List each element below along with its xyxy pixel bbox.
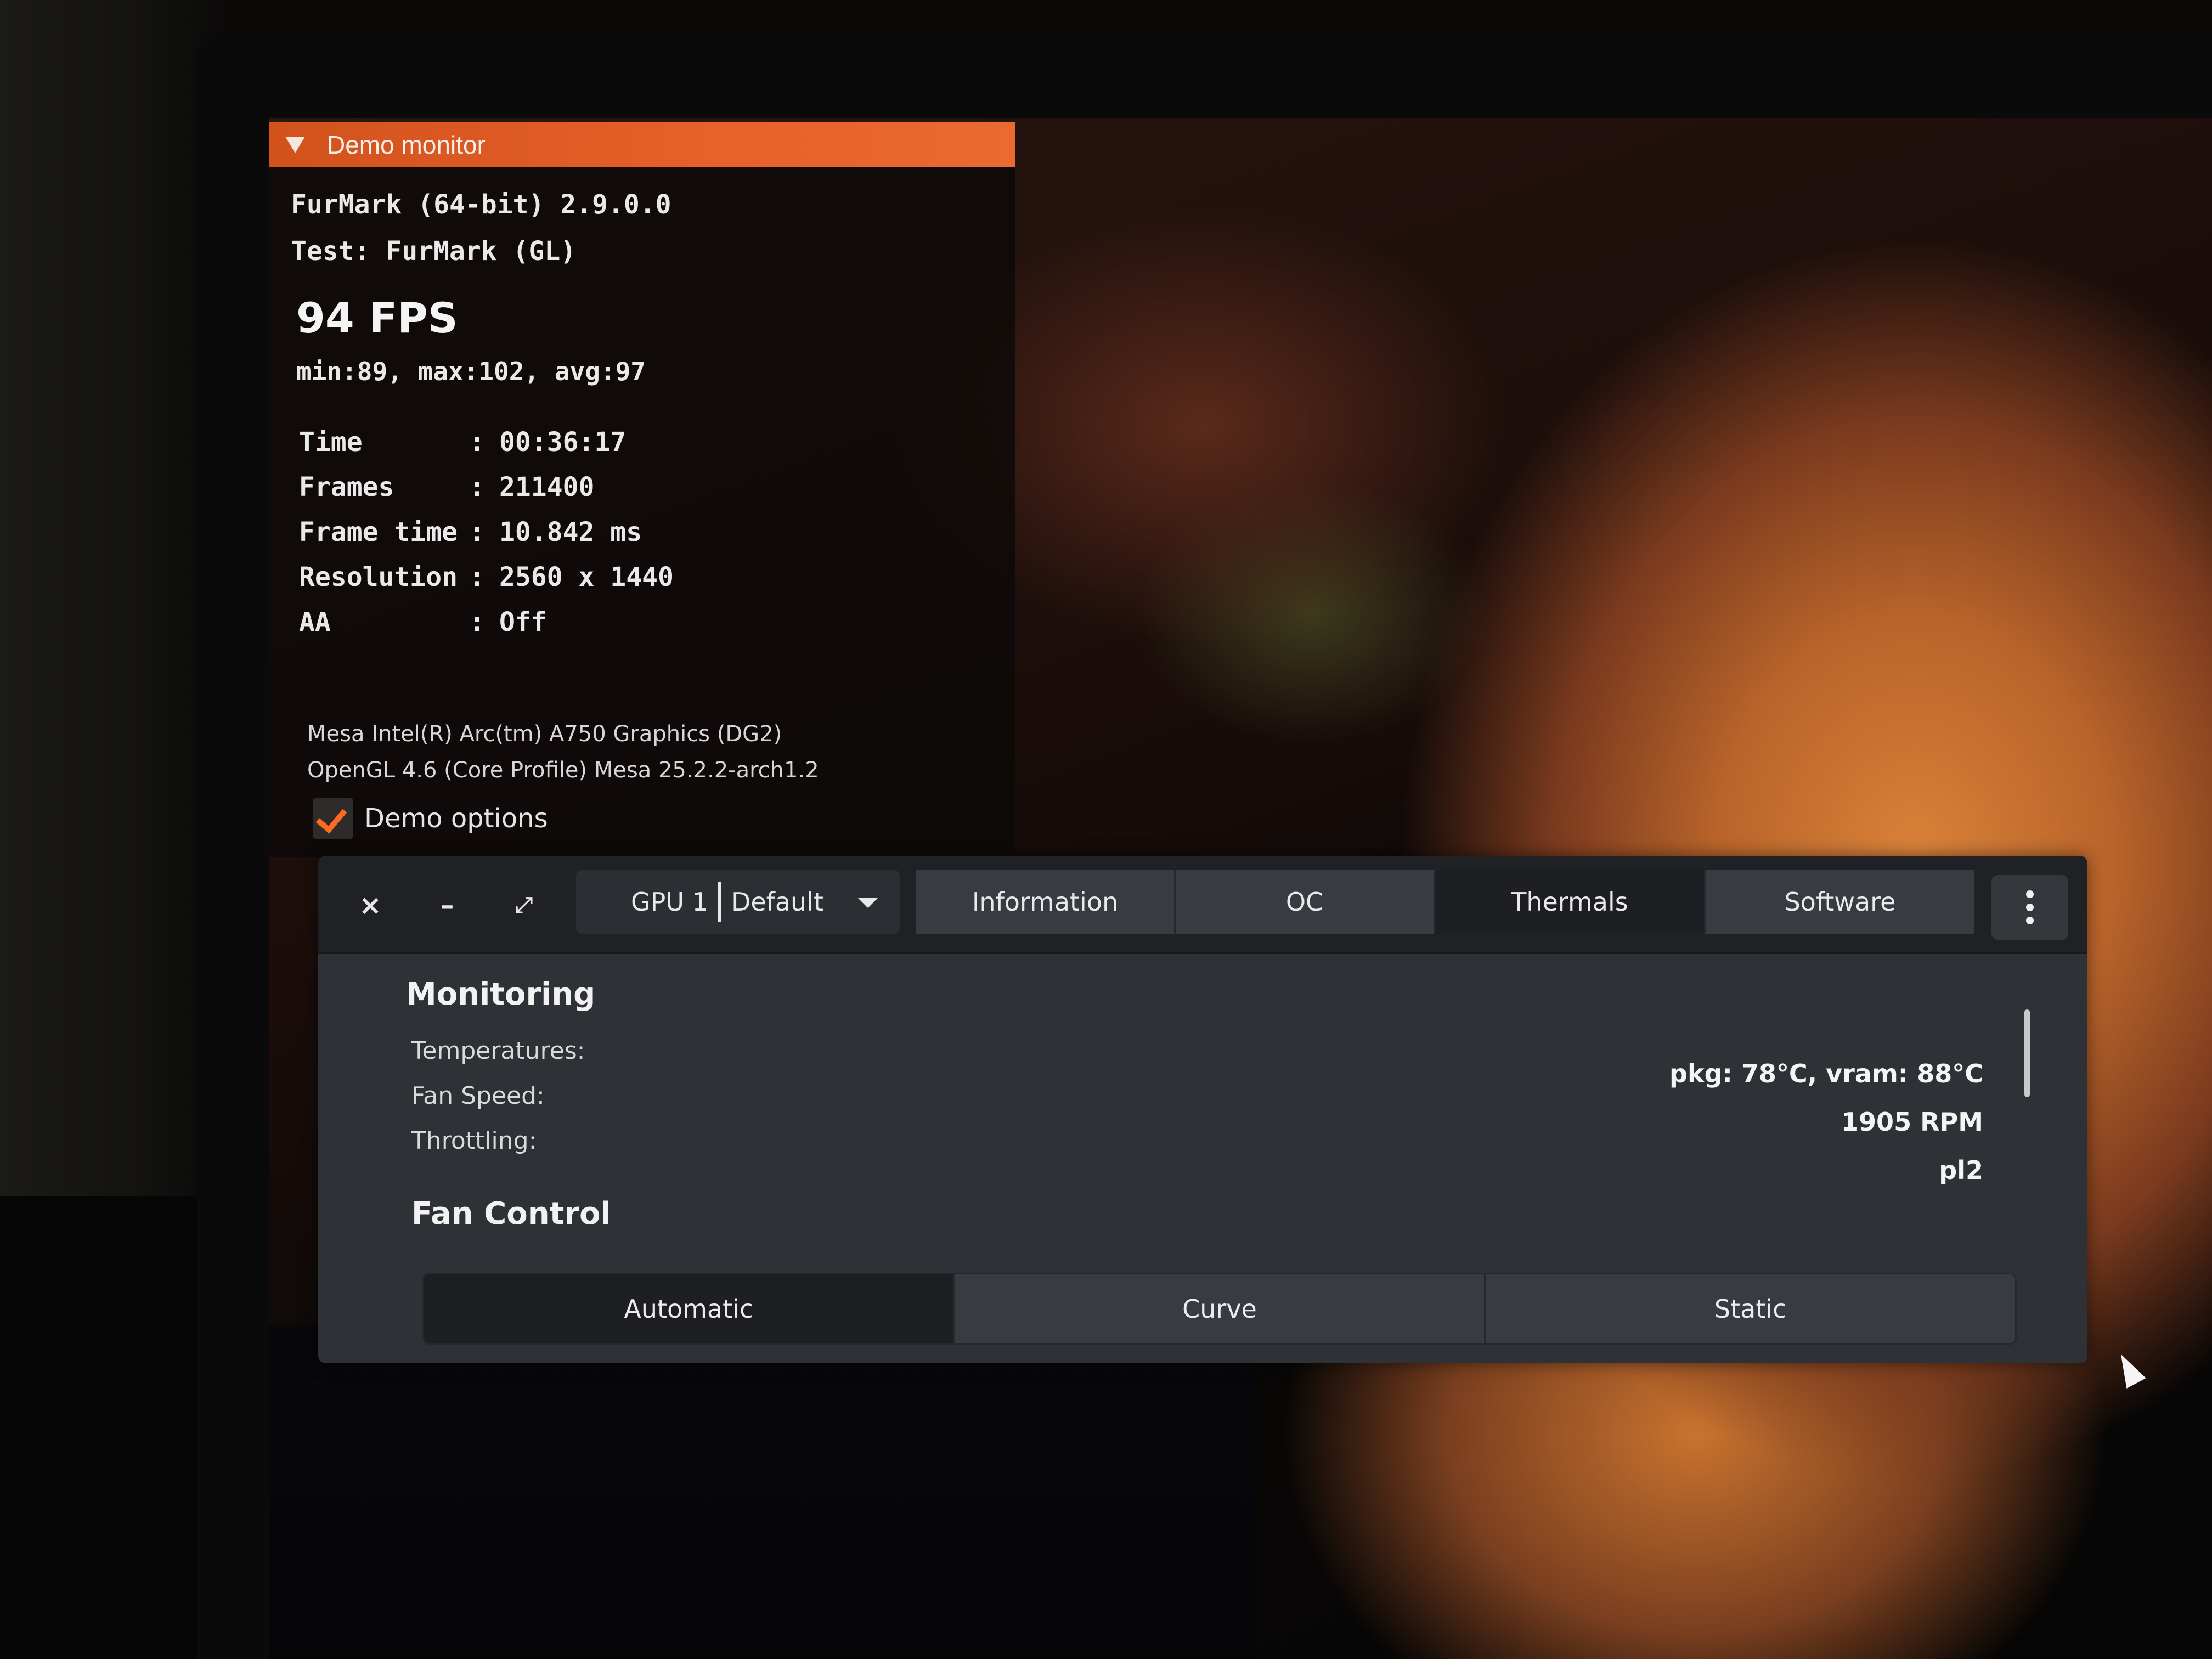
stats-colon: : [469,427,485,458]
stats-key: AA [299,607,331,637]
gpu-selector-dropdown[interactable]: GPU 1 Default [576,870,900,934]
gpu-separator [718,882,721,922]
checkmark-icon [315,801,347,834]
gpu-info: Mesa Intel(R) Arc(tm) A750 Graphics (DG2… [307,716,819,788]
demo-monitor-title: Demo monitor [327,131,486,159]
fps-value: 94 FPS [296,294,458,342]
throttling-value: pl2 [1939,1155,1983,1185]
test-line: Test: FurMark (GL) [291,236,577,267]
stats-colon: : [469,562,485,592]
maximize-button[interactable]: ⤢ [494,881,554,930]
fan-mode-static[interactable]: Static [1486,1274,2015,1343]
stats-value: 10.842 ms [499,517,642,548]
tab-information[interactable]: Information [916,870,1176,934]
window-titlebar[interactable]: × – ⤢ GPU 1 Default Information OC Therm… [318,856,2087,954]
collapse-arrow-icon[interactable] [285,137,305,153]
stats-value: 00:36:17 [499,427,627,458]
app-version-line: FurMark (64-bit) 2.9.0.0 [291,189,672,220]
stats-row: Time : 00:36:17 [299,420,674,465]
stats-key: Resolution [299,562,458,592]
fan-speed-label: Fan Speed: [411,1082,545,1110]
gpu-profile: Default [731,887,824,917]
stats-table: Time : 00:36:17 Frames : 211400 Frame ti… [299,420,674,645]
stats-colon: : [469,607,485,637]
stats-value: 211400 [499,472,595,503]
demo-monitor-body: FurMark (64-bit) 2.9.0.0 Test: FurMark (… [269,167,1015,857]
fps-stats: min:89, max:102, avg:97 [296,357,646,386]
fan-mode-selector: Automatic Curve Static [422,1273,2017,1345]
tab-software[interactable]: Software [1706,870,1974,934]
stats-value: 2560 x 1440 [499,562,674,592]
stats-value: Off [499,607,547,637]
thermals-content: Monitoring Temperatures: Fan Speed: Thro… [318,955,2087,1363]
scrollbar-thumb[interactable] [2024,1009,2030,1097]
gpu-name: GPU 1 [631,887,708,917]
throttling-label: Throttling: [411,1127,537,1155]
fan-mode-curve[interactable]: Curve [955,1274,1486,1343]
demo-monitor-panel: Demo monitor FurMark (64-bit) 2.9.0.0 Te… [269,122,1015,857]
render-shadow [269,1325,1256,1659]
minimize-button[interactable]: – [417,881,477,930]
close-button[interactable]: × [340,881,400,930]
temperatures-value: pkg: 78°C, vram: 88°C [1669,1059,1983,1088]
stats-key: Frames [299,472,394,503]
tab-thermals[interactable]: Thermals [1435,870,1706,934]
fan-speed-value: 1905 RPM [1841,1107,1983,1137]
stats-key: Frame time [299,517,458,548]
tab-bar: Information OC Thermals Software [916,870,1974,934]
monitoring-title: Monitoring [406,977,596,1012]
gpu-control-window: × – ⤢ GPU 1 Default Information OC Therm… [318,856,2087,1363]
renderer-line: Mesa Intel(R) Arc(tm) A750 Graphics (DG2… [307,721,782,747]
stats-colon: : [469,472,485,503]
fan-mode-automatic[interactable]: Automatic [424,1274,955,1343]
stats-row: Frame time : 10.842 ms [299,510,674,555]
stats-row: Frames : 211400 [299,465,674,510]
demo-options-checkbox[interactable] [313,798,353,839]
fan-control-title: Fan Control [411,1196,611,1232]
tab-oc[interactable]: OC [1176,870,1435,934]
stats-colon: : [469,517,485,548]
stats-row: Resolution : 2560 x 1440 [299,555,674,600]
gl-version-line: OpenGL 4.6 (Core Profile) Mesa 25.2.2-ar… [307,758,819,783]
chevron-down-icon [858,898,878,908]
stats-row: AA : Off [299,600,674,645]
demo-monitor-header[interactable]: Demo monitor [269,122,1015,167]
monitor-screen: Demo monitor FurMark (64-bit) 2.9.0.0 Te… [269,118,2212,1659]
temperatures-label: Temperatures: [411,1037,585,1065]
demo-options-toggle[interactable]: Demo options [313,798,548,839]
stats-key: Time [299,427,363,458]
more-options-icon[interactable] [1991,875,2068,940]
demo-options-label: Demo options [364,803,548,834]
